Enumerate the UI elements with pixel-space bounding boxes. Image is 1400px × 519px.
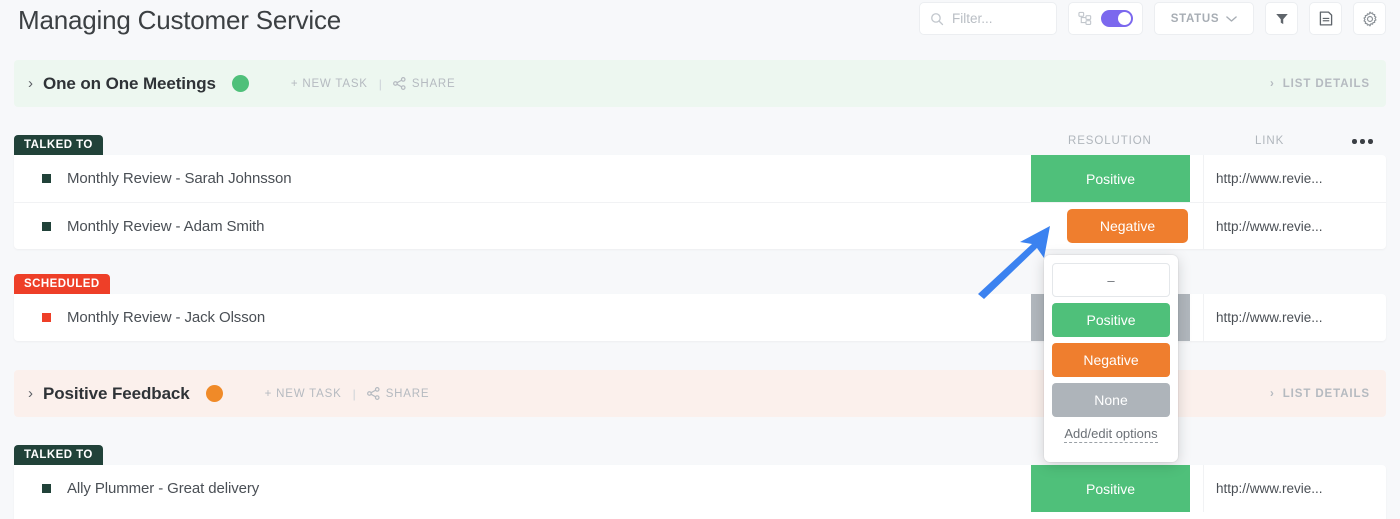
resolution-cell[interactable]: Positive [1031,155,1190,202]
top-bar: Managing Customer Service Filter... STAT… [0,0,1400,45]
search-input-wrapper[interactable] [919,2,1057,35]
list-details-button[interactable]: › LIST DETAILS [1270,388,1370,400]
column-header-resolution: RESOLUTION [1068,135,1152,147]
search-icon [930,12,944,26]
list-details-button[interactable]: › LIST DETAILS [1270,78,1370,90]
column-divider [1203,465,1204,512]
filter-button[interactable] [1265,2,1298,35]
section-expand-caret[interactable]: › [28,386,33,401]
share-icon [366,387,380,400]
task-status-square [42,174,51,183]
column-header-link: LINK [1255,135,1285,147]
section-color-dot [205,385,223,402]
section-actions: + NEW TASK | SHARE [265,387,430,401]
section-header-one-on-one-meetings[interactable]: › One on One Meetings + NEW TASK | SHARE… [14,60,1386,107]
section-title: One on One Meetings [43,73,216,93]
subtask-toggle-switch[interactable] [1101,10,1133,27]
more-options-icon[interactable] [1352,139,1373,144]
table-row[interactable]: Monthly Review - Jack Olsson http://www.… [14,294,1386,341]
list-details-label: LIST DETAILS [1282,77,1370,90]
group-tag-talked-to-2: TALKED TO [14,445,103,466]
subtask-toggle-wrapper[interactable] [1068,2,1143,35]
dropdown-option-positive[interactable]: Positive [1052,303,1170,337]
chevron-down-icon [1226,15,1238,23]
share-button[interactable]: SHARE [392,77,456,90]
resolution-value[interactable]: Positive [1031,465,1190,512]
section-header-positive-feedback[interactable]: › Positive Feedback + NEW TASK | SHARE › [14,370,1386,417]
dropdown-option-blank[interactable]: – [1052,263,1170,297]
column-divider [1203,203,1204,249]
share-label: SHARE [411,77,456,90]
group-tag-scheduled: SCHEDULED [14,274,110,295]
status-filter-dropdown[interactable]: STATUS [1154,2,1254,35]
list-details-caret: › [1270,77,1275,90]
column-divider [1203,294,1204,341]
new-task-button[interactable]: + NEW TASK [291,78,368,90]
share-button[interactable]: SHARE [366,387,430,400]
resolution-cell[interactable]: Negative [1031,203,1190,249]
task-group-talked-to-1: Monthly Review - Sarah Johnsson Positive… [14,155,1386,249]
document-icon [1319,11,1333,26]
dropdown-option-negative[interactable]: Negative [1052,343,1170,377]
funnel-icon [1275,12,1289,26]
gear-icon [1362,10,1378,27]
settings-button[interactable] [1353,2,1386,35]
save-view-button[interactable] [1309,2,1342,35]
table-row[interactable]: Ally Plummer - Great delivery Positive h… [14,465,1386,512]
table-row[interactable]: Monthly Review - Sarah Johnsson Positive… [14,155,1386,202]
action-separator: | [378,76,382,91]
toolbar: STATUS [919,2,1386,35]
section-color-dot [231,75,249,92]
resolution-cell[interactable]: Positive [1031,465,1190,512]
task-title: Monthly Review - Jack Olsson [67,309,266,326]
link-cell[interactable]: http://www.revie... [1216,465,1323,512]
task-status-square [42,313,51,322]
section-actions: + NEW TASK | SHARE [291,77,456,91]
section-expand-caret[interactable]: › [28,76,33,91]
group-tag-talked-to-1: TALKED TO [14,135,103,156]
resolution-options-dropdown[interactable]: – Positive Negative None Add/edit option… [1044,255,1178,462]
link-cell[interactable]: http://www.revie... [1216,294,1323,341]
task-status-square [42,484,51,493]
table-row[interactable]: Monthly Review - Adam Smith Negative htt… [14,202,1386,249]
task-status-square [42,221,51,231]
task-group-scheduled: Monthly Review - Jack Olsson http://www.… [14,294,1386,341]
page-title: Managing Customer Service [18,5,342,35]
share-label: SHARE [385,387,430,400]
section-title: Positive Feedback [43,383,190,403]
dropdown-option-none[interactable]: None [1052,383,1170,417]
task-group-talked-to-2: Ally Plummer - Great delivery Positive h… [14,465,1386,519]
add-edit-options-link[interactable]: Add/edit options [1064,426,1158,443]
new-task-button[interactable]: + NEW TASK [265,388,342,400]
list-details-caret: › [1270,387,1275,400]
hierarchy-icon [1078,11,1093,26]
link-cell[interactable]: http://www.revie... [1216,155,1323,202]
action-separator: | [352,386,356,401]
negative-resolution-pill[interactable]: Negative [1067,209,1188,243]
search-input[interactable] [952,11,1044,26]
clickup-list-view: Managing Customer Service Filter... STAT… [0,0,1400,519]
resolution-value[interactable]: Positive [1031,155,1190,202]
task-title: Monthly Review - Adam Smith [67,217,265,235]
column-divider [1203,155,1204,202]
link-cell[interactable]: http://www.revie... [1216,203,1323,249]
task-title: Ally Plummer - Great delivery [67,480,260,497]
task-title: Monthly Review - Sarah Johnsson [67,170,292,187]
list-details-label: LIST DETAILS [1282,387,1370,400]
status-filter-label: STATUS [1170,12,1220,25]
share-icon [392,77,406,90]
